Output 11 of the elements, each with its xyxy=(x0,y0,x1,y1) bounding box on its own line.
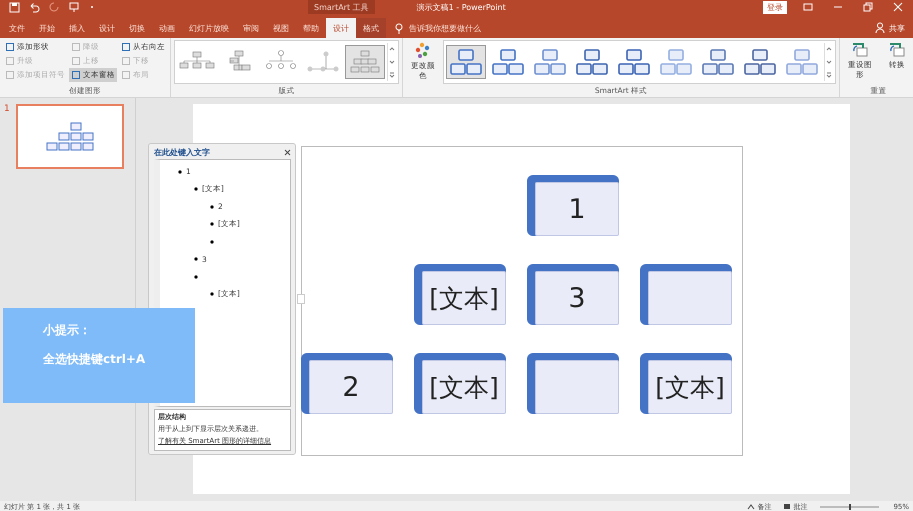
shape-text: 2 xyxy=(342,372,360,402)
shape-text: [文本] xyxy=(429,282,499,314)
shape-text: 1 xyxy=(568,194,586,224)
tip-text: 全选快捷键ctrl+A xyxy=(43,351,146,368)
window-title: 演示文稿1 - PowerPoint xyxy=(416,2,507,12)
shape-text: [文本] xyxy=(655,372,725,404)
slide-number: 1 xyxy=(4,104,10,116)
shape-text: 3 xyxy=(568,282,586,314)
contextual-tab-label: SmartArt 工具 xyxy=(308,0,375,14)
tip-title: 小提示： xyxy=(43,322,92,339)
shape-text: [文本] xyxy=(429,372,499,404)
